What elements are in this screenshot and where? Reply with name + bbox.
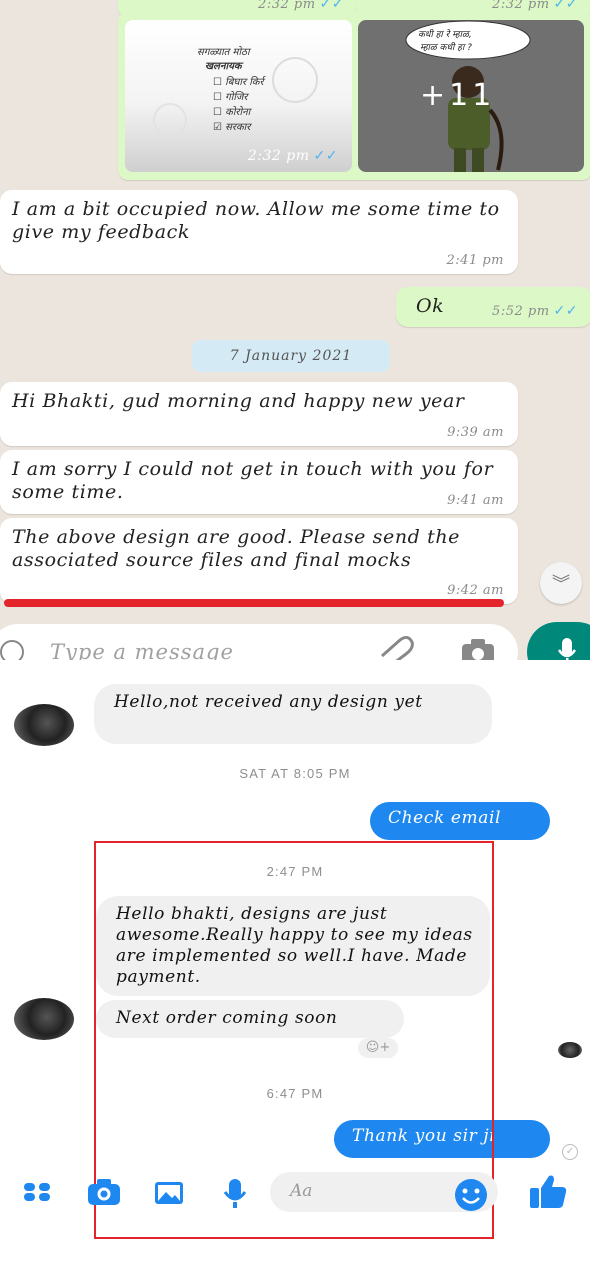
read-ticks-icon: ✓✓ [553, 0, 578, 12]
message-text: Hi Bhakti, gud morning and happy new yea… [12, 390, 465, 412]
message-incoming-highlighted[interactable]: The above design are good. Please send t… [0, 518, 518, 604]
tile-line-2: खलनायक [205, 61, 244, 72]
message-time: 9:42 am [447, 583, 504, 598]
like-icon[interactable] [528, 1174, 568, 1210]
avatar[interactable] [14, 704, 74, 746]
speech-line-1: कधी हा रे म्हाळ, [418, 28, 472, 40]
scroll-down-button[interactable]: ︾ [540, 562, 582, 604]
message-time: 2:41 pm [446, 253, 504, 268]
message-text: I am a bit occupied now. Allow me some t… [12, 198, 500, 243]
message-text: The above design are good. Please send t… [12, 526, 461, 571]
message-input-placeholder: Type a message [50, 640, 234, 660]
more-images-count: +11 [420, 78, 496, 113]
mic-icon [557, 638, 577, 660]
chevron-down-icon: ︾ [552, 574, 570, 595]
message-incoming[interactable]: Hello,not received any design yet [94, 684, 492, 744]
attach-icon[interactable] [378, 636, 414, 660]
tile-line-4: ☐ गोजिर [213, 91, 249, 103]
tile-line-6: ☑ सरकार [213, 122, 252, 133]
avatar[interactable] [14, 998, 74, 1040]
voice-message-button[interactable] [527, 622, 590, 660]
message-time: 2:32 pm ✓✓ [247, 148, 338, 164]
read-ticks-icon: ✓✓ [553, 303, 578, 319]
mic-icon[interactable] [222, 1178, 248, 1210]
speech-line-2: म्हाळ कधी हा ? [420, 41, 472, 53]
emoji-icon[interactable] [454, 1178, 488, 1212]
message-outgoing[interactable]: Check email [370, 802, 550, 840]
date-chip: 7 January 2021 [192, 340, 390, 372]
tile-line-3: ☐ बिघार किर्र [213, 76, 266, 88]
timestamp: SAT AT 8:05 PM [239, 766, 351, 781]
message-time: 9:41 am [447, 493, 504, 508]
apps-icon[interactable] [22, 1181, 52, 1203]
composer-placeholder: Aa [290, 1181, 313, 1201]
camera-icon[interactable] [86, 1178, 122, 1206]
message-time: 2:32 pm ✓✓ [492, 0, 578, 12]
message-time: 5:52 pm ✓✓ [492, 303, 578, 319]
whatsapp-chat: 2:32 pm ✓✓ 2:32 pm ✓✓ सगळ्यात मोठा खलनायक … [0, 0, 590, 660]
message-incoming[interactable]: I am sorry I could not get in touch with… [0, 450, 518, 514]
sent-check-icon: ✓ [562, 1144, 578, 1160]
gallery-icon[interactable] [153, 1180, 185, 1206]
image-tile-more[interactable]: कधी हा रे म्हाळ, म्हाळ कधी हा ? +11 [358, 20, 584, 172]
message-text: I am sorry I could not get in touch with… [12, 458, 494, 503]
message-time: 9:39 am [447, 425, 504, 440]
highlight-underline [4, 599, 504, 607]
tile-line-5: ☐ कोरोना [213, 106, 253, 118]
message-text: Check email [388, 808, 502, 828]
message-text: Hello,not received any design yet [114, 692, 423, 712]
camera-icon[interactable] [460, 638, 496, 660]
tile-line-1: सगळ्यात मोठा [197, 46, 252, 58]
message-incoming[interactable]: I am a bit occupied now. Allow me some t… [0, 190, 518, 274]
emoji-icon[interactable] [0, 640, 24, 660]
image-tile-list[interactable]: सगळ्यात मोठा खलनायक ☐ बिघार किर्र ☐ गोजि… [125, 20, 352, 172]
message-incoming[interactable]: Hi Bhakti, gud morning and happy new yea… [0, 382, 518, 446]
message-time: 2:32 pm ✓✓ [258, 0, 344, 12]
read-ticks-icon: ✓✓ [313, 148, 338, 164]
seen-avatar [558, 1042, 582, 1058]
message-outgoing[interactable]: Ok 5:52 pm ✓✓ [396, 287, 590, 327]
read-ticks-icon: ✓✓ [319, 0, 344, 12]
